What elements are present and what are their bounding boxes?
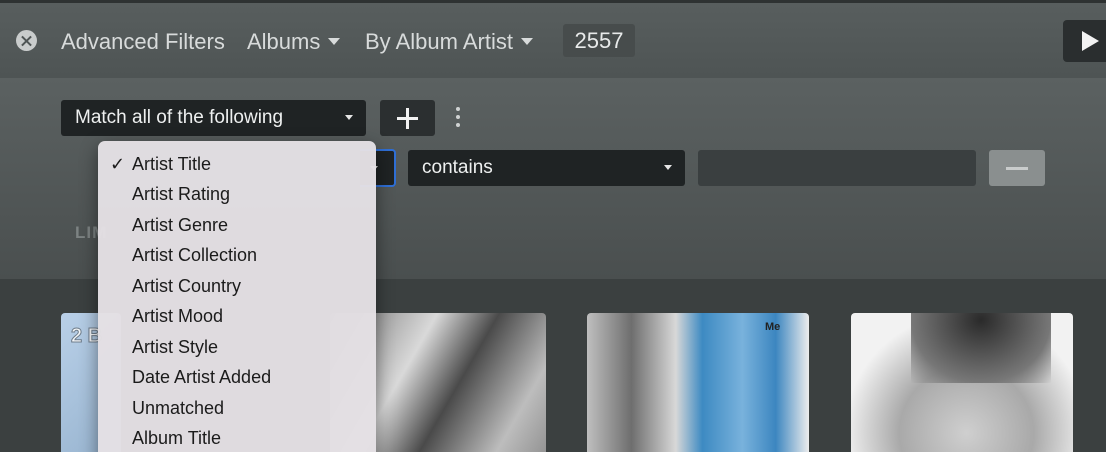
menu-item-label: Album Title	[132, 428, 222, 449]
album-cover[interactable]	[851, 313, 1073, 452]
menu-item-label: Artist Rating	[132, 184, 231, 205]
menu-item-album-title[interactable]: Album Title	[98, 424, 376, 452]
add-rule-button[interactable]	[380, 100, 435, 136]
chevron-down-icon	[345, 115, 353, 120]
library-type-label: Albums	[247, 29, 321, 54]
item-count-badge: 2557	[563, 24, 635, 57]
menu-item-label: Artist Title	[132, 153, 212, 174]
menu-item-date-artist-added[interactable]: Date Artist Added	[98, 363, 376, 394]
chevron-down-icon	[328, 38, 341, 46]
menu-item-artist-rating[interactable]: Artist Rating	[98, 180, 376, 211]
album-cover-text: Me	[765, 321, 781, 333]
menu-item-label: Artist Style	[132, 336, 219, 357]
checkmark-icon: ✓	[110, 154, 126, 174]
advanced-filters-title[interactable]: Advanced Filters	[61, 29, 225, 55]
play-button[interactable]	[1063, 20, 1106, 62]
menu-item-label: Artist Genre	[132, 214, 229, 235]
minus-icon	[1006, 167, 1028, 170]
library-type-dropdown[interactable]: Albums	[247, 29, 341, 55]
menu-item-artist-mood[interactable]: Artist Mood	[98, 302, 376, 333]
match-mode-select[interactable]: Match all of the following	[61, 100, 366, 136]
menu-item-label: Date Artist Added	[132, 367, 272, 388]
menu-item-label: Artist Country	[132, 275, 242, 296]
chevron-down-icon	[520, 38, 533, 46]
menu-item-artist-title[interactable]: ✓ Artist Title	[98, 149, 376, 180]
menu-item-label: Artist Collection	[132, 245, 258, 266]
album-cover[interactable]: Me	[587, 313, 809, 452]
top-toolbar: Advanced Filters Albums By Album Artist …	[0, 0, 1106, 78]
menu-item-artist-collection[interactable]: Artist Collection	[98, 241, 376, 272]
sort-label: By Album Artist	[365, 29, 513, 54]
operator-label: contains	[422, 157, 493, 178]
remove-rule-button[interactable]	[989, 150, 1045, 186]
menu-item-unmatched[interactable]: Unmatched	[98, 393, 376, 424]
close-filters-icon[interactable]	[16, 30, 37, 51]
filter-value-input[interactable]	[698, 150, 976, 186]
match-mode-label: Match all of the following	[75, 107, 284, 128]
chevron-down-icon	[664, 165, 672, 170]
play-icon	[1082, 31, 1099, 51]
sort-dropdown[interactable]: By Album Artist	[365, 29, 533, 55]
operator-select[interactable]: contains	[408, 150, 685, 186]
menu-item-label: Unmatched	[132, 397, 225, 418]
more-options-icon[interactable]	[455, 107, 461, 127]
menu-item-artist-style[interactable]: Artist Style	[98, 332, 376, 363]
menu-item-artist-country[interactable]: Artist Country	[98, 271, 376, 302]
menu-item-artist-genre[interactable]: Artist Genre	[98, 210, 376, 241]
menu-item-label: Artist Mood	[132, 306, 224, 327]
field-dropdown-menu: ✓ Artist Title Artist Rating Artist Genr…	[98, 141, 376, 452]
